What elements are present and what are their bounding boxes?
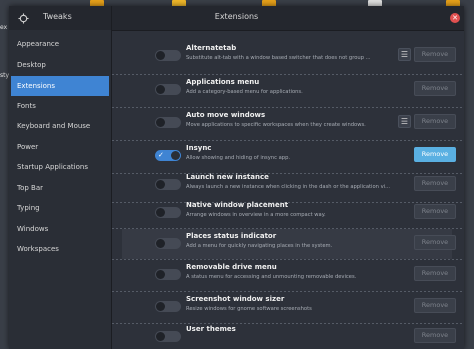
preferences-button[interactable]: ☰ [398, 115, 411, 128]
extension-title: Places status indicator [186, 232, 277, 240]
tweaks-window: Tweaks Extensions ✕ Appearance Desktop E… [9, 6, 464, 349]
extension-title: Applications menu [186, 78, 260, 86]
sidebar-item-keyboard-and-mouse[interactable]: Keyboard and Mouse [11, 116, 109, 136]
extension-title: Screenshot window sizer [186, 295, 285, 303]
enable-switch[interactable] [155, 84, 181, 95]
desktop-label: sty [0, 72, 10, 79]
sidebar-item-power[interactable]: Power [11, 137, 109, 157]
remove-button[interactable]: Remove [414, 328, 456, 343]
tweaks-app-icon [18, 13, 29, 24]
remove-button[interactable]: Remove [414, 47, 456, 62]
extension-row-native-window-placement: Native window placement Arrange windows … [122, 198, 456, 228]
extension-title: Auto move windows [186, 111, 266, 119]
switch-knob [156, 302, 165, 311]
extension-row-alternatetab: Alternatetab Substitute alt-tab with a w… [122, 41, 456, 71]
enable-switch[interactable] [155, 117, 181, 128]
switch-knob [156, 332, 165, 341]
remove-button[interactable]: Remove [414, 176, 456, 191]
remove-button[interactable]: Remove [414, 204, 456, 219]
window-title: Extensions [214, 12, 259, 21]
titlebar: Tweaks Extensions ✕ [9, 6, 464, 31]
desktop-label: ex [0, 24, 8, 31]
extension-description: Always launch a new instance when clicki… [186, 184, 391, 190]
switch-knob [156, 118, 165, 127]
extension-description: Allow showing and hiding of insync app. [186, 155, 291, 161]
extension-row-applications-menu: Applications menu Add a category-based m… [122, 75, 456, 105]
extension-description: Move applications to specific workspaces… [186, 122, 366, 128]
enable-switch[interactable] [155, 50, 181, 61]
remove-button[interactable]: Remove [414, 266, 456, 281]
remove-button[interactable]: Remove [414, 235, 456, 250]
sidebar-item-appearance[interactable]: Appearance [11, 34, 109, 54]
check-icon: ✓ [158, 151, 164, 159]
remove-button[interactable]: Remove [414, 114, 456, 129]
switch-knob [156, 270, 165, 279]
extension-description: A status menu for accessing and unmounti… [186, 274, 357, 280]
sidebar-item-top-bar[interactable]: Top Bar [11, 178, 109, 198]
enable-switch[interactable] [155, 269, 181, 280]
extension-description: Arrange windows in overview in a more co… [186, 212, 326, 218]
app-title: Tweaks [43, 12, 72, 21]
extension-title: User themes [186, 325, 236, 333]
menu-icon: ☰ [400, 117, 409, 126]
extension-description: Resize windows for gnome software screen… [186, 306, 312, 312]
enable-switch[interactable] [155, 179, 181, 190]
enable-switch[interactable] [155, 331, 181, 342]
extension-row-launch-new-instance: Launch new instance Always launch a new … [122, 170, 456, 200]
sidebar-item-fonts[interactable]: Fonts [11, 96, 109, 116]
sidebar: Appearance Desktop Extensions Fonts Keyb… [9, 30, 111, 349]
sidebar-item-extensions[interactable]: Extensions [11, 76, 109, 96]
preferences-button[interactable]: ☰ [398, 48, 411, 61]
switch-knob [156, 51, 165, 60]
extension-title: Launch new instance [186, 173, 269, 181]
extension-description: Substitute alt-tab with a window based s… [186, 55, 371, 61]
enable-switch[interactable] [155, 238, 181, 249]
switch-knob [156, 208, 165, 217]
sidebar-item-typing[interactable]: Typing [11, 198, 109, 218]
extension-row-places-status-indicator: Places status indicator Add a menu for q… [122, 229, 456, 259]
enable-switch[interactable] [155, 207, 181, 218]
close-button[interactable]: ✕ [450, 13, 460, 23]
remove-button[interactable]: Remove [414, 298, 456, 313]
extension-title: Removable drive menu [186, 263, 277, 271]
remove-button[interactable]: Remove [414, 81, 456, 96]
sidebar-item-windows[interactable]: Windows [11, 219, 109, 239]
extension-row-removable-drive-menu: Removable drive menu A status menu for a… [122, 260, 456, 290]
extension-row-insync: ✓ Insync Allow showing and hiding of ins… [122, 141, 456, 171]
switch-knob [156, 85, 165, 94]
enable-switch[interactable]: ✓ [155, 150, 181, 161]
extension-title: Alternatetab [186, 44, 237, 52]
extension-row-auto-move-windows: Auto move windows Move applications to s… [122, 108, 456, 138]
extension-description: Add a category-based menu for applicatio… [186, 89, 303, 95]
remove-button[interactable]: Remove [414, 147, 456, 162]
switch-knob [156, 180, 165, 189]
switch-knob [156, 239, 165, 248]
extension-title: Insync [186, 144, 212, 152]
enable-switch[interactable] [155, 301, 181, 312]
sidebar-item-desktop[interactable]: Desktop [11, 55, 109, 75]
menu-icon: ☰ [400, 50, 409, 59]
switch-knob [171, 151, 180, 160]
extension-title: Native window placement [186, 201, 289, 209]
extension-description: Add a menu for quickly navigating places… [186, 243, 333, 249]
sidebar-item-startup-applications[interactable]: Startup Applications [11, 157, 109, 177]
extension-row-user-themes: User themes Remove [122, 322, 456, 349]
extension-row-screenshot-window-sizer: Screenshot window sizer Resize windows f… [122, 292, 456, 322]
extensions-list: Alternatetab Substitute alt-tab with a w… [112, 30, 464, 349]
sidebar-item-workspaces[interactable]: Workspaces [11, 239, 109, 259]
